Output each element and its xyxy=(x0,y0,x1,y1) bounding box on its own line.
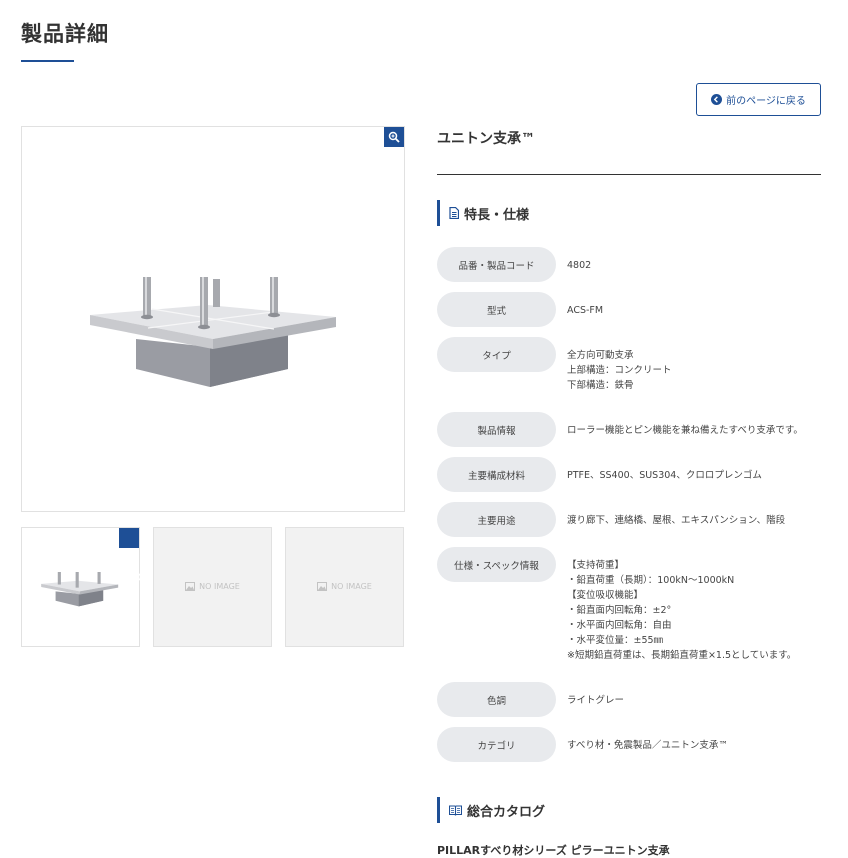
divider xyxy=(437,174,821,175)
product-illustration xyxy=(90,277,336,387)
catalog-section-heading: 総合カタログ xyxy=(437,797,545,823)
catalog-section-title: 総合カタログ xyxy=(467,804,546,820)
back-button-label: 前のページに戻る xyxy=(726,96,806,107)
spec-value: ローラー機能とピン機能を兼ね備えたすべり支承です。 xyxy=(567,425,803,436)
thumbnail-product-illustration xyxy=(41,572,119,607)
spec-value: すべり材・免震製品／ユニトン支承™ xyxy=(567,740,728,751)
main-product-image[interactable] xyxy=(21,126,405,512)
specs-section-title: 特長・仕様 xyxy=(464,207,530,223)
spec-value: PTFE、SS400、SUS304、クロロプレンゴム xyxy=(567,470,762,481)
spec-value: 全方向可動支承 上部構造：コンクリート 下部構造：鉄骨 xyxy=(567,350,672,391)
spec-label: 色調 xyxy=(437,682,556,717)
page-title: 製品詳細 xyxy=(21,22,109,46)
image-placeholder-icon xyxy=(185,582,196,591)
zoom-in-icon[interactable] xyxy=(384,127,404,147)
book-icon xyxy=(449,804,462,816)
spec-label: 製品情報 xyxy=(437,412,556,447)
specs-section-heading: 特長・仕様 xyxy=(437,200,529,226)
spec-value: ライトグレー xyxy=(567,695,625,706)
product-name: ユニトン支承™ xyxy=(437,131,535,147)
spec-value: 【支持荷重】 ・鉛直荷重（長期）：100kN〜1000kN 【変位吸収機能】 ・… xyxy=(567,560,797,661)
spec-label: カテゴリ xyxy=(437,727,556,762)
spec-label: 型式 xyxy=(437,292,556,327)
zoom-in-icon[interactable] xyxy=(119,528,149,584)
spec-value: ACS-FM xyxy=(567,305,604,316)
no-image-label: NO IMAGE xyxy=(199,582,240,591)
spec-label: 品番・製品コード xyxy=(437,247,556,282)
arrow-left-circle-icon xyxy=(711,94,723,105)
title-underline xyxy=(21,60,74,62)
image-placeholder-icon xyxy=(317,582,328,591)
spec-label: タイプ xyxy=(437,337,556,372)
spec-label: 仕様・スペック情報 xyxy=(437,547,556,582)
thumbnail-1[interactable] xyxy=(21,527,149,647)
back-button[interactable]: 前のページに戻る xyxy=(696,83,821,116)
spec-value: 渡り廊下、連絡橋、屋根、エキスパンション、階段 xyxy=(567,515,786,526)
thumbnail-3[interactable]: NO IMAGE xyxy=(285,527,404,647)
spec-label: 主要用途 xyxy=(437,502,556,537)
document-icon xyxy=(449,207,459,219)
catalog-item-title[interactable]: PILLARすべり材シリーズ ピラーユニトン支承 xyxy=(437,842,670,858)
no-image-label: NO IMAGE xyxy=(331,582,372,591)
thumbnail-2[interactable]: NO IMAGE xyxy=(153,527,272,647)
spec-value: 4802 xyxy=(567,260,592,271)
spec-label: 主要構成材料 xyxy=(437,457,556,492)
